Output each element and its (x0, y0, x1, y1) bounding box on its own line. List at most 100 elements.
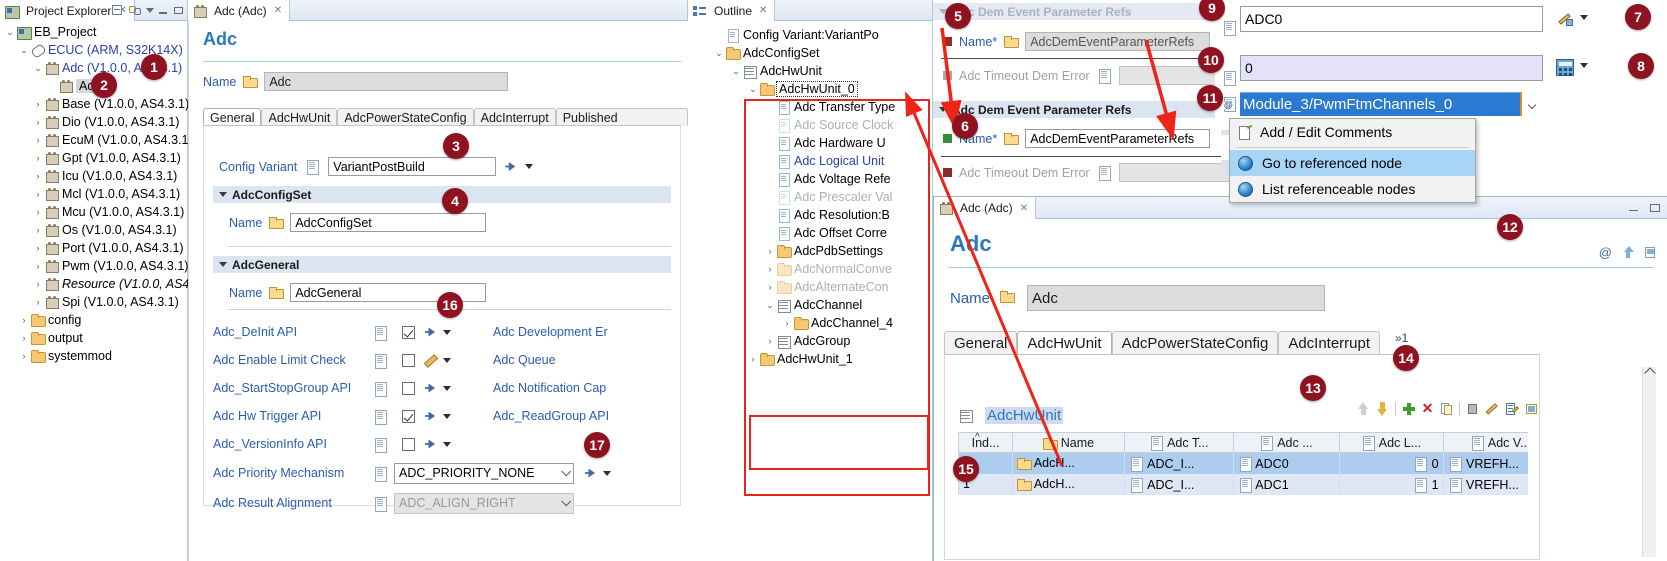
adc-hw-unit-combo[interactable]: ADC0 (1240, 6, 1543, 32)
tree-item[interactable]: Adc Resolution:B (688, 206, 932, 224)
tree-item[interactable]: ⌄ AdcHwUnit_0 (688, 80, 932, 98)
chevron-down-icon[interactable] (443, 385, 451, 391)
config-variant-combo[interactable]: VariantPostBuild (328, 157, 497, 176)
tree-item[interactable]: › AdcHwUnit_1 (688, 350, 932, 368)
tab-adchwunit[interactable]: AdcHwUnit (1017, 331, 1112, 354)
chevron-right-icon[interactable]: › (32, 135, 44, 145)
tree-item[interactable]: › Port (V1.0.0, AS4.3.1) (0, 239, 187, 257)
move-up-icon[interactable] (1357, 402, 1370, 416)
chevron-down-icon[interactable] (525, 164, 534, 169)
duplicate-icon[interactable] (1466, 402, 1479, 416)
tree-item[interactable]: › Mcl (V1.0.0, AS4.3.1) (0, 185, 187, 203)
combo-label[interactable]: Adc Priority Mechanism (213, 466, 373, 480)
variant-tool-icon[interactable] (424, 438, 437, 451)
section-header-adcgeneral[interactable]: AdcGeneral (213, 256, 671, 273)
tree-item[interactable]: › Resource (V1.0.0, AS4.3.1) (0, 275, 214, 293)
attribute-label[interactable]: Adc_StartStopGroup API (213, 381, 373, 395)
attribute-checkbox[interactable] (402, 353, 415, 367)
chevron-right-icon[interactable]: › (32, 117, 44, 127)
pencil-tool-icon[interactable] (1558, 11, 1574, 27)
tree-item[interactable]: › Gpt (V1.0.0, AS4.3.1) (0, 149, 187, 167)
tab-outline[interactable]: Outline ✕ (688, 0, 776, 21)
pencil-icon[interactable] (424, 354, 437, 367)
chevron-down-icon[interactable] (443, 329, 451, 335)
column-header[interactable]: Adc V... (1442, 432, 1528, 453)
vertical-scrollbar[interactable] (1642, 367, 1656, 557)
maximize-icon[interactable] (1649, 202, 1661, 214)
table-cell[interactable]: VREFH... (1442, 473, 1528, 495)
tree-item[interactable]: › Dio (V1.0.0, AS4.3.1) (0, 113, 187, 131)
combo-label[interactable]: Adc Result Alignment (213, 496, 373, 510)
column-header[interactable]: Adc L... (1338, 432, 1444, 453)
table-cell[interactable]: ADC0 (1232, 452, 1340, 474)
chevron-right-icon[interactable]: › (18, 351, 30, 361)
attribute-label[interactable]: Adc_VersionInfo API (213, 437, 373, 451)
chevron-down-icon[interactable]: ⌄ (764, 300, 776, 311)
table-cell[interactable]: AdcH... (1012, 452, 1126, 474)
attribute-checkbox[interactable] (402, 409, 415, 423)
tree-item[interactable]: Adc Transfer Type (688, 98, 932, 116)
chevron-right-icon[interactable]: › (32, 243, 44, 253)
chevron-down-icon[interactable]: ⌄ (32, 63, 44, 74)
attribute-label-right[interactable]: Adc Development Er (493, 325, 608, 339)
tab-inner-adc-editor[interactable]: Adc (Adc) ✕ (934, 197, 1037, 219)
table-toolbar[interactable]: ✕ (1357, 401, 1539, 416)
chevron-down-icon[interactable] (443, 441, 451, 447)
tree-item[interactable]: › AdcNormalConve (688, 260, 932, 278)
chevron-right-icon[interactable]: › (764, 264, 776, 274)
tree-item[interactable]: Adc Offset Corre (688, 224, 932, 242)
tree-item[interactable]: › Spi (V1.0.0, AS4.3.1) (0, 293, 187, 311)
tree-item[interactable]: Adc Prescaler Val (688, 188, 932, 206)
menu-item-go-to-referenced-node[interactable]: Go to referenced node (1230, 150, 1475, 176)
tree-item[interactable]: ⌄ AdcConfigSet (688, 44, 932, 62)
tree-item[interactable]: Adc Hardware U (688, 134, 932, 152)
column-header[interactable]: Adc ... (1232, 432, 1340, 453)
chevron-right-icon[interactable]: › (32, 261, 44, 271)
adc-hw-unit-table[interactable]: Ind... ^ Name Adc T... Adc ... Adc L... A… (958, 432, 1528, 495)
table-cell[interactable]: ADC1 (1232, 473, 1340, 495)
chevron-right-icon[interactable]: › (18, 315, 30, 325)
table-cell[interactable]: ADC_I... (1124, 473, 1234, 495)
chevron-right-icon[interactable]: › (32, 171, 44, 181)
table-cell[interactable]: VREFH... (1442, 452, 1528, 474)
tab-published-information[interactable]: Published Information (555, 108, 688, 143)
chevron-down-icon[interactable] (603, 470, 611, 476)
chevron-right-icon[interactable]: › (32, 99, 44, 109)
tree-item[interactable]: › Pwm (V1.0.0, AS4.3.1) (0, 257, 188, 275)
tree-item[interactable]: Adc Voltage Refe (688, 170, 932, 188)
outline-tree[interactable]: Config Variant:VariantPo ⌄ AdcConfigSet ⌄ Ad… (688, 21, 932, 368)
chevron-right-icon[interactable]: › (32, 225, 44, 235)
column-header[interactable]: Adc T... (1124, 432, 1234, 453)
table-cell[interactable]: ADC_I... (1124, 452, 1234, 474)
chevron-right-icon[interactable]: › (32, 279, 44, 289)
collapse-all-icon[interactable] (110, 3, 124, 17)
attribute-label-right[interactable]: Adc Queue (493, 353, 556, 367)
tree-item[interactable]: › AdcAlternateCon (688, 278, 932, 296)
chevron-down-icon[interactable]: ⌄ (730, 66, 742, 77)
tree-item[interactable]: › AdcGroup (688, 332, 932, 350)
dem-name-field-1[interactable]: AdcDemEventParameterRefs (1025, 32, 1211, 51)
chevron-right-icon[interactable]: › (747, 354, 759, 364)
tree-item[interactable]: › output (0, 329, 187, 347)
chevron-right-icon[interactable]: › (764, 246, 776, 256)
link-editor-icon[interactable] (128, 3, 142, 17)
edit-icon[interactable] (1485, 402, 1499, 416)
column-header[interactable]: Ind... ^ (958, 432, 1014, 453)
chevron-down-icon[interactable] (1580, 63, 1588, 68)
tree-item[interactable]: › Mcu (V1.0.0, AS4.3.1) (0, 203, 187, 221)
tree-item[interactable]: ⌄ AdcChannel (688, 296, 932, 314)
close-icon[interactable]: ✕ (274, 5, 282, 16)
chevron-right-icon[interactable]: › (32, 207, 44, 217)
tree-item[interactable]: › AdcChannel_4 (688, 314, 932, 332)
tab-adcinterrupt[interactable]: AdcInterrupt (1278, 331, 1381, 354)
table-cell[interactable]: AdcH... (1012, 473, 1126, 495)
close-icon[interactable]: ✕ (759, 5, 767, 16)
chevron-down-icon[interactable]: ⌄ (18, 45, 30, 56)
attribute-label[interactable]: Adc Hw Trigger API (213, 409, 373, 423)
view-menu-icon[interactable] (146, 7, 154, 13)
chevron-down-icon[interactable]: ⌄ (747, 84, 759, 95)
maximize-icon[interactable] (173, 5, 184, 16)
chevron-right-icon[interactable]: › (781, 318, 793, 328)
tab-general[interactable]: General (203, 108, 262, 126)
copy-icon[interactable] (1440, 402, 1453, 416)
